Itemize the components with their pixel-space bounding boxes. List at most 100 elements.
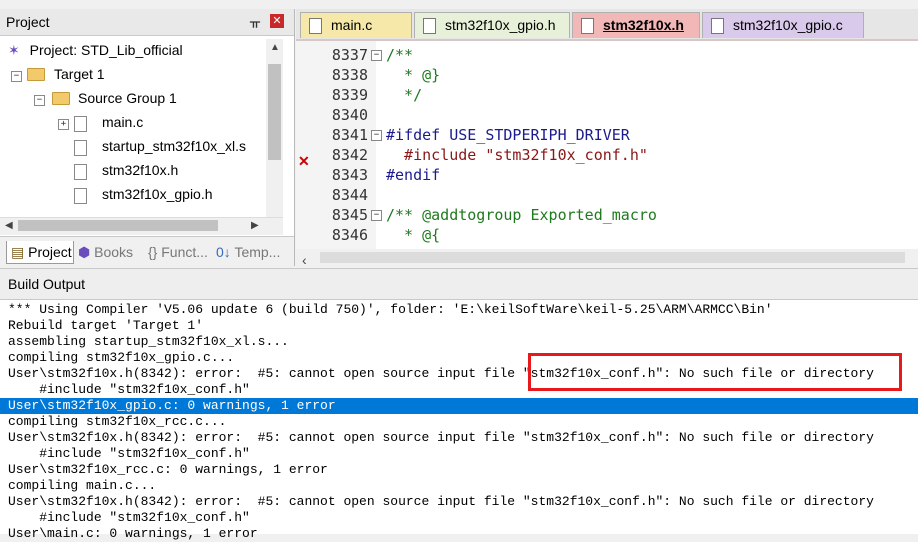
code-editor: main.c stm32f10x_gpio.h stm32f10x.h stm3… [296,9,918,268]
code-text: * @} [386,66,441,84]
code-line[interactable]: 8344 [296,185,918,205]
build-output-line[interactable]: User\stm32f10x.h(8342): error: #5: canno… [0,494,918,510]
build-output-line[interactable]: #include "stm32f10x_conf.h" [0,446,918,462]
project-tab-icon: ▤ [11,244,25,260]
line-number: 8338 [331,66,368,84]
build-output-line[interactable]: Rebuild target 'Target 1' [0,318,918,334]
code-text: /** [386,46,414,64]
build-output-line[interactable]: User\stm32f10x_gpio.c: 0 warnings, 1 err… [0,398,918,414]
code-text: #endif [386,166,441,184]
scroll-left-icon[interactable]: ‹ [302,252,307,268]
folder-icon [52,92,70,105]
collapse-icon[interactable]: − [34,95,45,106]
file-icon [711,18,724,34]
line-number: 8345 [331,206,368,224]
fold-icon[interactable]: − [371,50,382,61]
code-line[interactable]: 8341 #ifdef USE_STDPERIPH_DRIVER − [296,125,918,145]
tree-file-label: main.c [102,114,144,130]
project-icon: ✶ [8,42,20,58]
tree-file-label: startup_stm32f10x_xl.s [102,138,246,154]
close-icon[interactable]: ✕ [270,14,284,28]
file-icon [74,140,87,156]
file-tab[interactable]: stm32f10x_gpio.h [414,12,570,38]
code-line[interactable]: 8339 */ [296,85,918,105]
pin-icon[interactable]: ᚂ [250,13,260,30]
code-line[interactable]: 8345 /** @addtogroup Exported_macro − [296,205,918,225]
scrollbar-thumb[interactable] [18,220,218,231]
line-number: 8341 [331,126,368,144]
tree-project-root[interactable]: ✶ Project: STD_Lib_official [8,42,183,59]
code-line[interactable]: 8338 * @} [296,65,918,85]
code-text: */ [386,86,423,104]
file-tab-label: main.c [331,17,373,33]
code-text: * @{ [386,226,441,244]
build-output-panel: Build Output *** Using Compiler 'V5.06 u… [0,268,918,541]
file-tab[interactable]: main.c [300,12,412,38]
tab-templates[interactable]: 0↓ Temp... [216,241,286,263]
tree-file[interactable]: stm32f10x.h [102,162,178,178]
tree-root-label: Project: STD_Lib_official [29,42,183,58]
build-output-line[interactable]: *** Using Compiler 'V5.06 update 6 (buil… [0,302,918,318]
templates-icon: 0↓ [216,244,231,260]
tab-label: {} Funct... [148,244,208,260]
tab-books[interactable]: ⬢ Books [78,241,142,263]
build-output-line[interactable]: compiling stm32f10x_rcc.c... [0,414,918,430]
tree-group[interactable]: Source Group 1 [78,90,177,106]
scrollbar-thumb[interactable] [320,252,905,263]
file-icon [581,18,594,34]
tree-file-label: stm32f10x.h [102,162,179,178]
scroll-right-icon[interactable]: ▶ [251,220,259,231]
code-line[interactable]: 8340 [296,105,918,125]
tree-file[interactable]: main.c [102,114,143,130]
line-number: 8343 [331,166,368,184]
build-output-line[interactable]: User\stm32f10x.h(8342): error: #5: canno… [0,430,918,446]
file-icon [74,164,87,180]
build-output-line[interactable]: User\main.c: 0 warnings, 1 error [0,526,918,542]
project-panel: Project ᚂ ✕ ✶ Project: STD_Lib_official … [0,9,295,267]
build-output-line[interactable]: compiling main.c... [0,478,918,494]
tree-file-label: stm32f10x_gpio.h [102,186,213,202]
project-panel-tabs: ▤ Project ⬢ Books {} Funct... 0↓ Temp... [0,236,294,267]
code-text: #include "stm32f10x_conf.h" [386,146,648,164]
target-icon [27,68,45,81]
project-panel-title: Project [6,14,50,30]
collapse-icon[interactable]: − [11,71,22,82]
expand-icon[interactable]: + [58,119,69,130]
tree-group-label: Source Group 1 [78,90,177,106]
code-text: #ifdef USE_STDPERIPH_DRIVER [386,126,630,144]
project-panel-header: Project ᚂ ✕ [0,9,294,36]
scrollbar-thumb[interactable] [268,64,281,160]
scroll-left-icon[interactable]: ◀ [5,220,13,231]
tree-target-label: Target 1 [54,66,105,82]
code-line[interactable]: 8342 #include "stm32f10x_conf.h" [296,145,918,165]
code-line[interactable]: 8343 #endif [296,165,918,185]
tab-project[interactable]: ▤ Project [6,241,74,264]
line-number: 8344 [331,186,368,204]
file-tab-active[interactable]: stm32f10x.h [572,12,700,38]
build-output-line[interactable]: assembling startup_stm32f10x_xl.s... [0,334,918,350]
line-number: 8342 [331,146,368,164]
code-line[interactable]: 8337 /** − [296,45,918,65]
code-line[interactable]: 8346 * @{ [296,225,918,245]
build-output-line[interactable]: #include "stm32f10x_conf.h" [0,510,918,526]
file-icon [74,116,87,132]
scroll-up-icon[interactable]: ▲ [270,42,280,53]
file-icon [309,18,322,34]
tree-file[interactable]: stm32f10x_gpio.h [102,186,213,202]
fold-icon[interactable]: − [371,130,382,141]
tab-functions[interactable]: {} Funct... [148,241,212,263]
fold-icon[interactable]: − [371,210,382,221]
line-number: 8339 [331,86,368,104]
build-output-line[interactable]: User\stm32f10x_rcc.c: 0 warnings, 1 erro… [0,462,918,478]
build-output-header: Build Output [0,269,918,300]
file-tab[interactable]: stm32f10x_gpio.c [702,12,864,38]
tab-label: Temp... [234,244,281,260]
file-tab-label: stm32f10x_gpio.h [445,17,556,33]
code-text: /** @addtogroup Exported_macro [386,206,657,224]
tab-label: Books [94,244,134,260]
line-number: 8337 [331,46,368,64]
line-number: 8340 [331,106,368,124]
tree-target[interactable]: Target 1 [54,66,105,82]
tree-file[interactable]: startup_stm32f10x_xl.s [102,138,246,154]
file-tabs: main.c stm32f10x_gpio.h stm32f10x.h stm3… [296,9,918,41]
